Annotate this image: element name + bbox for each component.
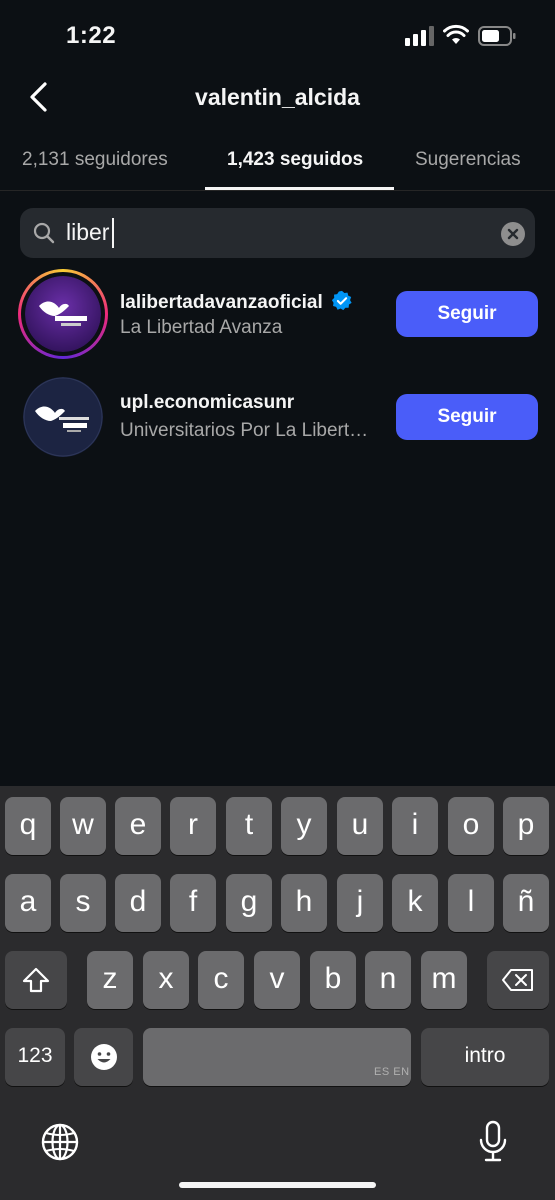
clear-search-button[interactable] <box>501 222 525 246</box>
result-username[interactable]: lalibertadavanzaoficial <box>120 292 323 313</box>
numbers-key[interactable]: 123 <box>5 1028 65 1086</box>
lla-logo-avatar <box>25 276 101 352</box>
follow-button[interactable]: Seguir <box>396 394 538 440</box>
shift-key[interactable] <box>5 951 67 1009</box>
text-caret <box>112 218 114 248</box>
shift-icon <box>22 967 50 993</box>
key-a[interactable]: a <box>5 874 51 932</box>
key-n-tilde[interactable]: ñ <box>503 874 549 932</box>
key-x[interactable]: x <box>143 951 189 1009</box>
key-v[interactable]: v <box>254 951 300 1009</box>
key-b[interactable]: b <box>310 951 356 1009</box>
key-k[interactable]: k <box>392 874 438 932</box>
backspace-icon <box>502 969 533 991</box>
result-fullname: Universitarios Por La Libertad Económica… <box>120 420 378 441</box>
key-e[interactable]: e <box>115 797 161 855</box>
key-g[interactable]: g <box>226 874 272 932</box>
result-fullname: La Libertad Avanza <box>120 317 283 338</box>
key-c[interactable]: c <box>198 951 244 1009</box>
status-time: 1:22 <box>66 22 117 49</box>
space-language-label: ES EN <box>374 1066 410 1078</box>
verified-badge-icon <box>332 290 352 311</box>
tab-divider <box>0 190 555 191</box>
key-h[interactable]: h <box>281 874 327 932</box>
wifi-icon <box>443 24 469 44</box>
battery-icon <box>478 26 516 46</box>
globe-icon[interactable] <box>40 1122 80 1162</box>
emoji-key[interactable] <box>74 1028 133 1086</box>
key-y[interactable]: y <box>281 797 327 855</box>
key-q[interactable]: q <box>5 797 51 855</box>
key-t[interactable]: t <box>226 797 272 855</box>
key-w[interactable]: w <box>60 797 106 855</box>
result-avatar-lla[interactable] <box>18 269 108 359</box>
page-title: valentin_alcida <box>195 84 360 110</box>
key-s[interactable]: s <box>60 874 106 932</box>
emoji-icon <box>90 1044 117 1070</box>
key-n[interactable]: n <box>365 951 411 1009</box>
result-text-lla: lalibertadavanzaoficial <box>120 290 353 314</box>
close-icon <box>507 228 519 240</box>
space-bar[interactable] <box>143 1028 411 1086</box>
upl-logo-avatar[interactable] <box>23 377 103 457</box>
key-f[interactable]: f <box>170 874 216 932</box>
key-u[interactable]: u <box>337 797 383 855</box>
follow-button[interactable]: Seguir <box>396 291 538 337</box>
key-p[interactable]: p <box>503 797 549 855</box>
key-j[interactable]: j <box>337 874 383 932</box>
key-m[interactable]: m <box>421 951 467 1009</box>
key-o[interactable]: o <box>448 797 494 855</box>
backspace-key[interactable] <box>487 951 549 1009</box>
key-z[interactable]: z <box>87 951 133 1009</box>
search-icon <box>33 222 55 244</box>
key-l[interactable]: l <box>448 874 494 932</box>
result-username[interactable]: upl.economicasunr <box>120 392 294 414</box>
tab-suggestions[interactable]: Sugerencias <box>415 149 521 171</box>
key-d[interactable]: d <box>115 874 161 932</box>
key-r[interactable]: r <box>170 797 216 855</box>
key-i[interactable]: i <box>392 797 438 855</box>
return-key[interactable]: intro <box>421 1028 549 1086</box>
cellular-signal-icon <box>405 26 434 46</box>
tab-following[interactable]: 1,423 seguidos <box>227 149 363 171</box>
microphone-icon[interactable] <box>478 1120 508 1164</box>
search-query: liber <box>66 219 110 245</box>
home-indicator[interactable] <box>179 1182 376 1188</box>
tab-followers[interactable]: 2,131 seguidores <box>22 149 168 171</box>
